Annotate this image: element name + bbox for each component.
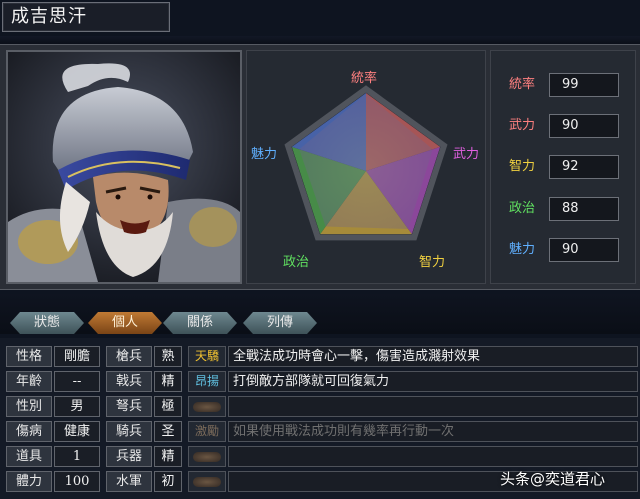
stat-label: 魅力 — [508, 242, 535, 257]
personal-value: 1 — [54, 446, 100, 467]
troop-label: 弩兵 — [106, 396, 152, 417]
troop-label: 兵器 — [106, 446, 152, 467]
stat-value: 90 — [549, 114, 619, 138]
skill-name[interactable] — [188, 396, 226, 417]
skill-name[interactable]: 激勵 — [188, 421, 226, 442]
portrait — [6, 50, 242, 284]
personal-label: 道具 — [6, 446, 52, 467]
personal-label: 傷病 — [6, 421, 52, 442]
skill-description: 全戰法成功時會心一擊，傷害造成濺射效果 — [228, 346, 638, 367]
personal-value: 健康 — [54, 421, 100, 442]
empty-skill-icon — [193, 402, 221, 412]
stat-row-intelligence: 智力 92 — [499, 155, 629, 179]
troop-aptitude: 精 — [154, 371, 182, 392]
troop-aptitude: 精 — [154, 446, 182, 467]
personal-label: 性別 — [6, 396, 52, 417]
troop-label: 騎兵 — [106, 421, 152, 442]
personal-label: 性格 — [6, 346, 52, 367]
tab-personal[interactable]: 個人 — [88, 312, 162, 334]
tab-status[interactable]: 狀態 — [10, 312, 84, 334]
stat-value: 88 — [549, 197, 619, 221]
stat-label: 智力 — [508, 159, 535, 174]
stat-value: 92 — [549, 155, 619, 179]
radar-panel: 統率 武力 智力 政治 魅力 — [246, 50, 486, 284]
stat-label: 統率 — [508, 77, 535, 92]
personal-value: 男 — [54, 396, 100, 417]
skill-name[interactable] — [188, 471, 226, 492]
stat-row-politics: 政治 88 — [499, 197, 629, 221]
radar-label-top: 統率 — [351, 71, 378, 86]
stat-row-command: 統率 99 — [499, 73, 629, 97]
radar-label-right: 武力 — [453, 147, 480, 162]
personal-value: -- — [54, 371, 100, 392]
character-name: 成吉思汗 — [2, 2, 170, 32]
personal-label: 年齡 — [6, 371, 52, 392]
skill-name[interactable]: 天驕 — [188, 346, 226, 367]
empty-skill-icon — [193, 477, 221, 487]
troop-aptitude: 圣 — [154, 421, 182, 442]
skill-description — [228, 396, 638, 417]
skill-name[interactable] — [188, 446, 226, 467]
troop-aptitude: 熟 — [154, 346, 182, 367]
radar-label-left: 魅力 — [251, 147, 278, 162]
skill-description: 打倒敵方部隊就可回復氣力 — [228, 371, 638, 392]
radar-label-bottom-left: 政治 — [283, 255, 310, 270]
troop-label: 戟兵 — [106, 371, 152, 392]
personal-label: 體力 — [6, 471, 52, 492]
stat-row-war: 武力 90 — [499, 114, 629, 138]
radar-label-bottom-right: 智力 — [419, 255, 446, 270]
personal-value: 100 — [54, 471, 100, 492]
stat-value: 90 — [549, 238, 619, 262]
skill-name[interactable]: 昂揚 — [188, 371, 226, 392]
portrait-image — [8, 52, 240, 282]
skill-description — [228, 446, 638, 467]
tab-relations[interactable]: 關係 — [163, 312, 237, 334]
header-divider — [0, 36, 640, 44]
empty-skill-icon — [193, 452, 221, 462]
tab-biography[interactable]: 列傳 — [243, 312, 317, 334]
stats-panel: 統率 99 武力 90 智力 92 政治 88 魅力 90 — [490, 50, 636, 284]
troop-label: 槍兵 — [106, 346, 152, 367]
stat-label: 武力 — [508, 118, 535, 133]
troop-aptitude: 極 — [154, 396, 182, 417]
skill-description: 如果使用戰法成功則有幾率再行動一次 — [228, 421, 638, 442]
watermark: 头条@奕道君心 — [500, 470, 606, 488]
stat-value: 99 — [549, 73, 619, 97]
troop-label: 水軍 — [106, 471, 152, 492]
stat-row-charisma: 魅力 90 — [499, 238, 629, 262]
troop-aptitude: 初 — [154, 471, 182, 492]
personal-value: 剛膽 — [54, 346, 100, 367]
stat-label: 政治 — [508, 201, 535, 216]
